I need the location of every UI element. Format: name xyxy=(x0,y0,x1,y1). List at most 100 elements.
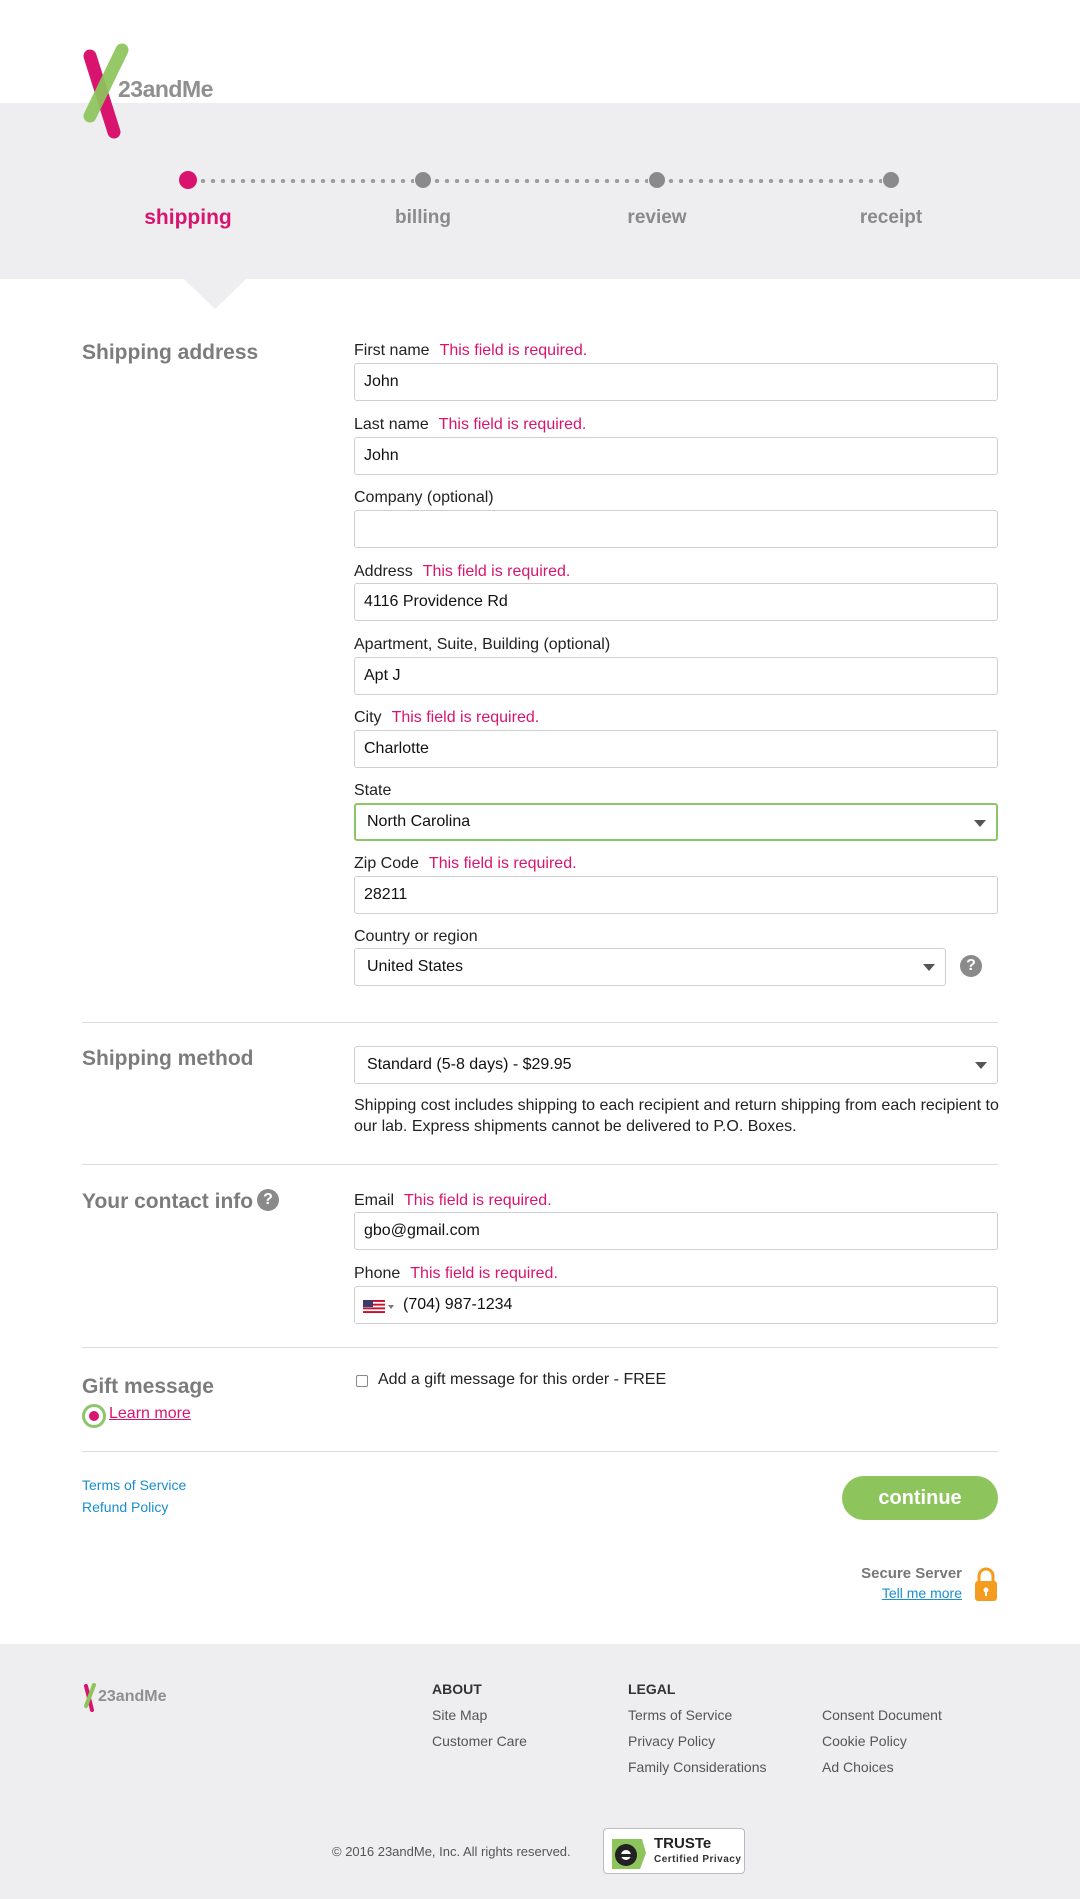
learn-more-icon xyxy=(82,1404,106,1428)
step-connector xyxy=(666,179,882,183)
footer-ad-choices-link[interactable]: Ad Choices xyxy=(822,1759,894,1775)
footer-site-map-link[interactable]: Site Map xyxy=(432,1707,487,1723)
section-divider xyxy=(82,1022,998,1023)
country-label: Country or region xyxy=(354,928,478,946)
step-label-billing: billing xyxy=(395,207,451,228)
section-divider xyxy=(82,1347,998,1348)
city-label-text: City xyxy=(354,709,382,726)
footer-consent-link[interactable]: Consent Document xyxy=(822,1707,942,1723)
continue-button[interactable]: continue xyxy=(842,1476,998,1520)
country-label-text: Country or region xyxy=(354,928,478,945)
footer: 23andMe ABOUT Site Map Customer Care LEG… xyxy=(0,1644,1080,1899)
phone-value: (704) 987-1234 xyxy=(403,1296,513,1313)
last-name-label-text: Last name xyxy=(354,416,429,433)
gift-message-title: Gift message xyxy=(82,1375,214,1398)
phone-label-text: Phone xyxy=(354,1265,401,1282)
truste-title: TRUSTe xyxy=(654,1835,712,1852)
section-divider xyxy=(82,1164,998,1165)
apartment-label-text: Apartment, Suite, Building (optional) xyxy=(354,636,611,653)
truste-subtitle: Certified Privacy xyxy=(654,1854,742,1865)
email-label-text: Email xyxy=(354,1192,395,1209)
address-label-text: Address xyxy=(354,563,413,580)
email-label: Email This field is required. xyxy=(354,1192,552,1210)
brand-name: 23andMe xyxy=(118,76,213,102)
step-node-receipt xyxy=(883,172,899,188)
apartment-input[interactable]: Apt J xyxy=(354,657,998,695)
email-error: This field is required. xyxy=(404,1192,552,1209)
chevron-down-icon xyxy=(974,820,986,827)
zip-label-text: Zip Code xyxy=(354,855,419,872)
company-input[interactable] xyxy=(354,510,998,548)
footer-terms-link[interactable]: Terms of Service xyxy=(628,1707,732,1723)
city-label: City This field is required. xyxy=(354,709,539,727)
last-name-input[interactable]: John xyxy=(354,437,998,475)
contact-info-title: Your contact info xyxy=(82,1190,253,1214)
secure-server-title: Secure Server xyxy=(861,1565,962,1582)
step-label-shipping: shipping xyxy=(144,206,232,229)
city-input[interactable]: Charlotte xyxy=(354,730,998,768)
address-input[interactable]: 4116 Providence Rd xyxy=(354,583,998,621)
footer-customer-care-link[interactable]: Customer Care xyxy=(432,1733,527,1749)
footer-legal-head: LEGAL xyxy=(628,1681,676,1697)
tell-me-more-link[interactable]: Tell me more xyxy=(882,1585,962,1601)
copyright: © 2016 23andMe, Inc. All rights reserved… xyxy=(332,1844,571,1859)
chevron-down-icon xyxy=(975,1062,987,1069)
step-node-shipping xyxy=(179,171,197,189)
step-connector xyxy=(432,179,648,183)
footer-family-link[interactable]: Family Considerations xyxy=(628,1759,767,1775)
us-flag-icon[interactable] xyxy=(363,1300,385,1313)
gift-message-checkbox[interactable] xyxy=(356,1375,368,1387)
phone-error: This field is required. xyxy=(410,1265,558,1282)
apartment-label: Apartment, Suite, Building (optional) xyxy=(354,636,610,654)
shipping-address-title: Shipping address xyxy=(82,341,259,364)
chevron-down-icon xyxy=(923,964,935,971)
shipping-method-select[interactable]: Standard (5-8 days) - $29.95 xyxy=(354,1046,998,1084)
contact-help-icon[interactable]: ? xyxy=(257,1189,279,1211)
footer-brand-name: 23andMe xyxy=(98,1688,167,1705)
country-help-icon[interactable]: ? xyxy=(960,955,982,977)
first-name-input[interactable]: John xyxy=(354,363,998,401)
city-error: This field is required. xyxy=(391,709,540,726)
shipping-method-title: Shipping method xyxy=(82,1047,254,1070)
footer-cookie-link[interactable]: Cookie Policy xyxy=(822,1733,907,1749)
phone-input[interactable]: (704) 987-1234 xyxy=(354,1286,998,1324)
step-label-review: review xyxy=(627,207,687,228)
lock-icon xyxy=(975,1567,997,1601)
learn-more-link[interactable]: Learn more xyxy=(109,1405,191,1423)
email-input[interactable]: gbo@gmail.com xyxy=(354,1212,998,1250)
state-label: State xyxy=(354,782,391,800)
truste-seal-icon xyxy=(612,1839,646,1869)
shipping-method-value: Standard (5-8 days) - $29.95 xyxy=(367,1056,572,1073)
footer-about-head: ABOUT xyxy=(432,1681,482,1697)
shipping-note: Shipping cost includes shipping to each … xyxy=(354,1097,999,1135)
gift-message-label: Add a gift message for this order - FREE xyxy=(378,1371,667,1388)
state-select-value: North Carolina xyxy=(367,813,471,830)
first-name-label: First name This field is required. xyxy=(354,342,587,360)
truste-badge[interactable]: TRUSTe Certified Privacy xyxy=(603,1828,745,1874)
contact-info-title-text: Your contact info xyxy=(82,1190,254,1213)
footer-brand-logo[interactable] xyxy=(82,1682,98,1714)
step-pointer xyxy=(184,279,246,309)
section-divider xyxy=(82,1451,998,1452)
first-name-label-text: First name xyxy=(354,342,430,359)
country-select-value: United States xyxy=(367,958,464,975)
zip-input[interactable]: 28211 xyxy=(354,876,998,914)
country-select[interactable]: United States xyxy=(354,948,946,986)
step-connector xyxy=(198,179,414,183)
company-label: Company (optional) xyxy=(354,489,494,507)
address-label: Address This field is required. xyxy=(354,563,570,581)
country-code-caret-icon[interactable] xyxy=(388,1305,394,1309)
footer-privacy-link[interactable]: Privacy Policy xyxy=(628,1733,715,1749)
phone-label: Phone This field is required. xyxy=(354,1265,558,1283)
refund-link[interactable]: Refund Policy xyxy=(82,1499,168,1515)
step-node-review xyxy=(649,172,665,188)
company-label-text: Company (optional) xyxy=(354,489,494,506)
terms-link[interactable]: Terms of Service xyxy=(82,1477,186,1493)
step-node-billing xyxy=(415,172,431,188)
step-label-receipt: receipt xyxy=(859,207,923,228)
last-name-label: Last name This field is required. xyxy=(354,416,586,434)
address-error: This field is required. xyxy=(422,563,571,580)
state-label-text: State xyxy=(354,782,392,799)
last-name-error: This field is required. xyxy=(438,416,587,433)
state-select[interactable]: North Carolina xyxy=(354,803,998,841)
